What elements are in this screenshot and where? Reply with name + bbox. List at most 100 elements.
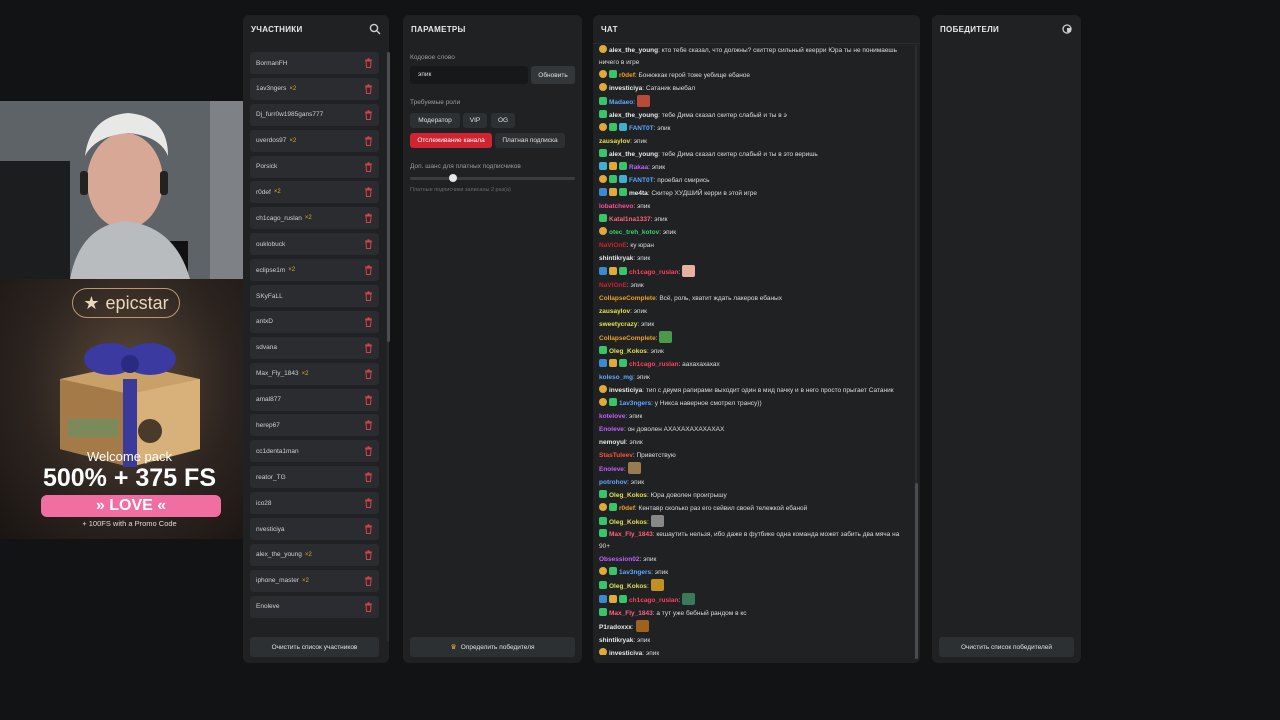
participant-row[interactable]: r0def ×2 [250,181,379,204]
chat-nick[interactable]: investiciya [609,650,642,655]
participant-row[interactable]: reator_TG [250,466,379,489]
chat-nick[interactable]: nemoyul [599,439,626,446]
chat-nick[interactable]: FANT0T [629,125,654,132]
chat-nick[interactable]: ch1cago_ruslan [629,597,679,604]
chat-nick[interactable]: kotelove [599,413,625,420]
chat-nick[interactable]: CollapseComplete [599,335,656,342]
participant-row[interactable]: BormanFH [250,52,379,74]
trash-icon[interactable] [364,187,373,198]
trash-icon[interactable] [364,265,373,276]
chat-nick[interactable]: StasTuleev [599,452,633,459]
role-sub-chip[interactable]: Платная подписка [495,133,565,148]
refresh-icon[interactable] [1061,23,1073,35]
trash-icon[interactable] [364,135,373,146]
chat-nick[interactable]: investiciya [609,85,642,92]
chat-nick[interactable]: Madaeo [609,99,633,106]
chat-nick[interactable]: zausaylov [599,138,630,145]
trash-icon[interactable] [364,84,373,94]
chat-nick[interactable]: P1radoxxx [599,624,632,631]
participant-row[interactable]: eclipse1m ×2 [250,259,379,282]
chat-nick[interactable]: Obsession02 [599,556,639,563]
participant-row[interactable]: cc1denta1man [250,440,379,463]
participant-row[interactable]: uverdos97 ×2 [250,129,379,152]
chat-nick[interactable]: ch1cago_ruslan [629,269,679,276]
chat-nick[interactable]: sweetycrazy [599,321,637,328]
trash-icon[interactable] [364,446,373,457]
participants-scroll-thumb[interactable] [386,52,390,342]
chat-nick[interactable]: Max_Fly_1843 [609,610,653,617]
trash-icon[interactable] [364,291,373,302]
chat-nick[interactable]: koleso_mg [599,374,633,381]
participant-row[interactable]: amal877 [250,388,379,411]
chat-nick[interactable]: Max_Fly_1843 [609,531,653,538]
chance-slider-thumb[interactable] [449,174,457,182]
chat-nick[interactable]: 1av3ngers [619,400,651,407]
role-moderator-chip[interactable]: Модератор [410,113,460,128]
chat-nick[interactable]: potrohov [599,479,627,486]
chat-nick[interactable]: CollapseComplete [599,295,656,302]
ad-banner[interactable]: ★ epicstar Welcome pack 500% + 375 FS » … [0,279,259,539]
update-button[interactable]: Обновить [531,66,575,84]
participant-row[interactable]: 1av3ngers ×2 [250,77,379,100]
participant-row[interactable]: herep67 [250,414,379,437]
clear-winners-button[interactable]: Очистить список победителей [939,637,1074,657]
search-icon[interactable] [369,23,381,35]
chat-nick[interactable]: r0def [619,72,635,79]
clear-participants-button[interactable]: Очистить список участников [250,637,379,657]
trash-icon[interactable] [364,317,373,327]
chat-nick[interactable]: shintikryak [599,255,633,262]
chat-nick[interactable]: lobatchevo [599,203,633,210]
trash-icon[interactable] [364,343,373,353]
participant-row[interactable]: Max_Fly_1843 ×2 [250,362,379,385]
chat-nick[interactable]: Rakaa [629,164,648,171]
chat-nick[interactable]: alex_the_young [609,112,658,119]
chat-nick[interactable]: Enoleve [599,426,624,433]
chat-nick[interactable]: FANT0T [629,177,654,184]
trash-icon[interactable] [364,550,373,560]
trash-icon[interactable] [364,58,373,68]
chat-nick[interactable]: Oleg_Kokos [609,583,647,590]
participant-row[interactable]: Porsick [250,155,379,178]
chance-slider[interactable] [410,177,575,180]
role-og-chip[interactable]: OG [491,113,515,128]
participant-row[interactable]: SKyFaLL [250,285,379,308]
chat-nick[interactable]: ch1cago_ruslan [629,361,679,368]
trash-icon[interactable] [364,498,373,509]
determine-winner-button[interactable]: ♛ Определить победителя [410,637,575,657]
chat-nick[interactable]: zausaylov [599,308,630,315]
trash-icon[interactable] [364,161,373,172]
chat-nick[interactable]: alex_the_young [609,151,658,158]
chat-nick[interactable]: otec_treh_kotov [609,229,659,236]
trash-icon[interactable] [364,420,373,431]
chat-nick[interactable]: r0def [619,505,635,512]
chat-nick[interactable]: Oleg_Kokos [609,492,647,499]
participant-row[interactable]: nvesticiya [250,518,379,541]
keyword-input[interactable]: эпик [410,66,528,84]
chat-nick[interactable]: Oleg_Kokos [609,348,647,355]
chat-scroll-thumb[interactable] [914,483,918,659]
participant-row[interactable]: ch1cago_ruslan ×2 [250,207,379,230]
chat-nick[interactable]: me4ta [629,190,648,197]
trash-icon[interactable] [364,576,373,586]
promo-code-button[interactable]: » LOVE « [41,495,221,517]
participant-row[interactable]: antxD [250,310,379,333]
chat-nick[interactable]: Oleg_Kokos [609,519,647,526]
participant-row[interactable]: ico28 [250,492,379,515]
trash-icon[interactable] [364,368,373,379]
trash-icon[interactable] [364,239,373,250]
trash-icon[interactable] [364,472,373,483]
role-vip-chip[interactable]: VIP [463,113,487,128]
participant-row[interactable]: alex_the_young ×2 [250,543,379,566]
chat-nick[interactable]: Katal1na1337 [609,216,651,223]
chat-nick[interactable]: investiciya [609,387,642,394]
trash-icon[interactable] [364,110,373,120]
role-follow-chip[interactable]: Отслеживание канала [410,133,492,148]
participant-row[interactable]: ouklobuck [250,233,379,256]
trash-icon[interactable] [364,602,373,612]
participant-row[interactable]: iphone_master ×2 [250,569,379,592]
trash-icon[interactable] [364,394,373,405]
chat-nick[interactable]: shintikryak [599,637,633,644]
chat-nick[interactable]: 1av3ngers [619,569,651,576]
chat-nick[interactable]: NaVIOnE [599,282,627,289]
chat-nick[interactable]: alex_the_young [609,47,658,54]
